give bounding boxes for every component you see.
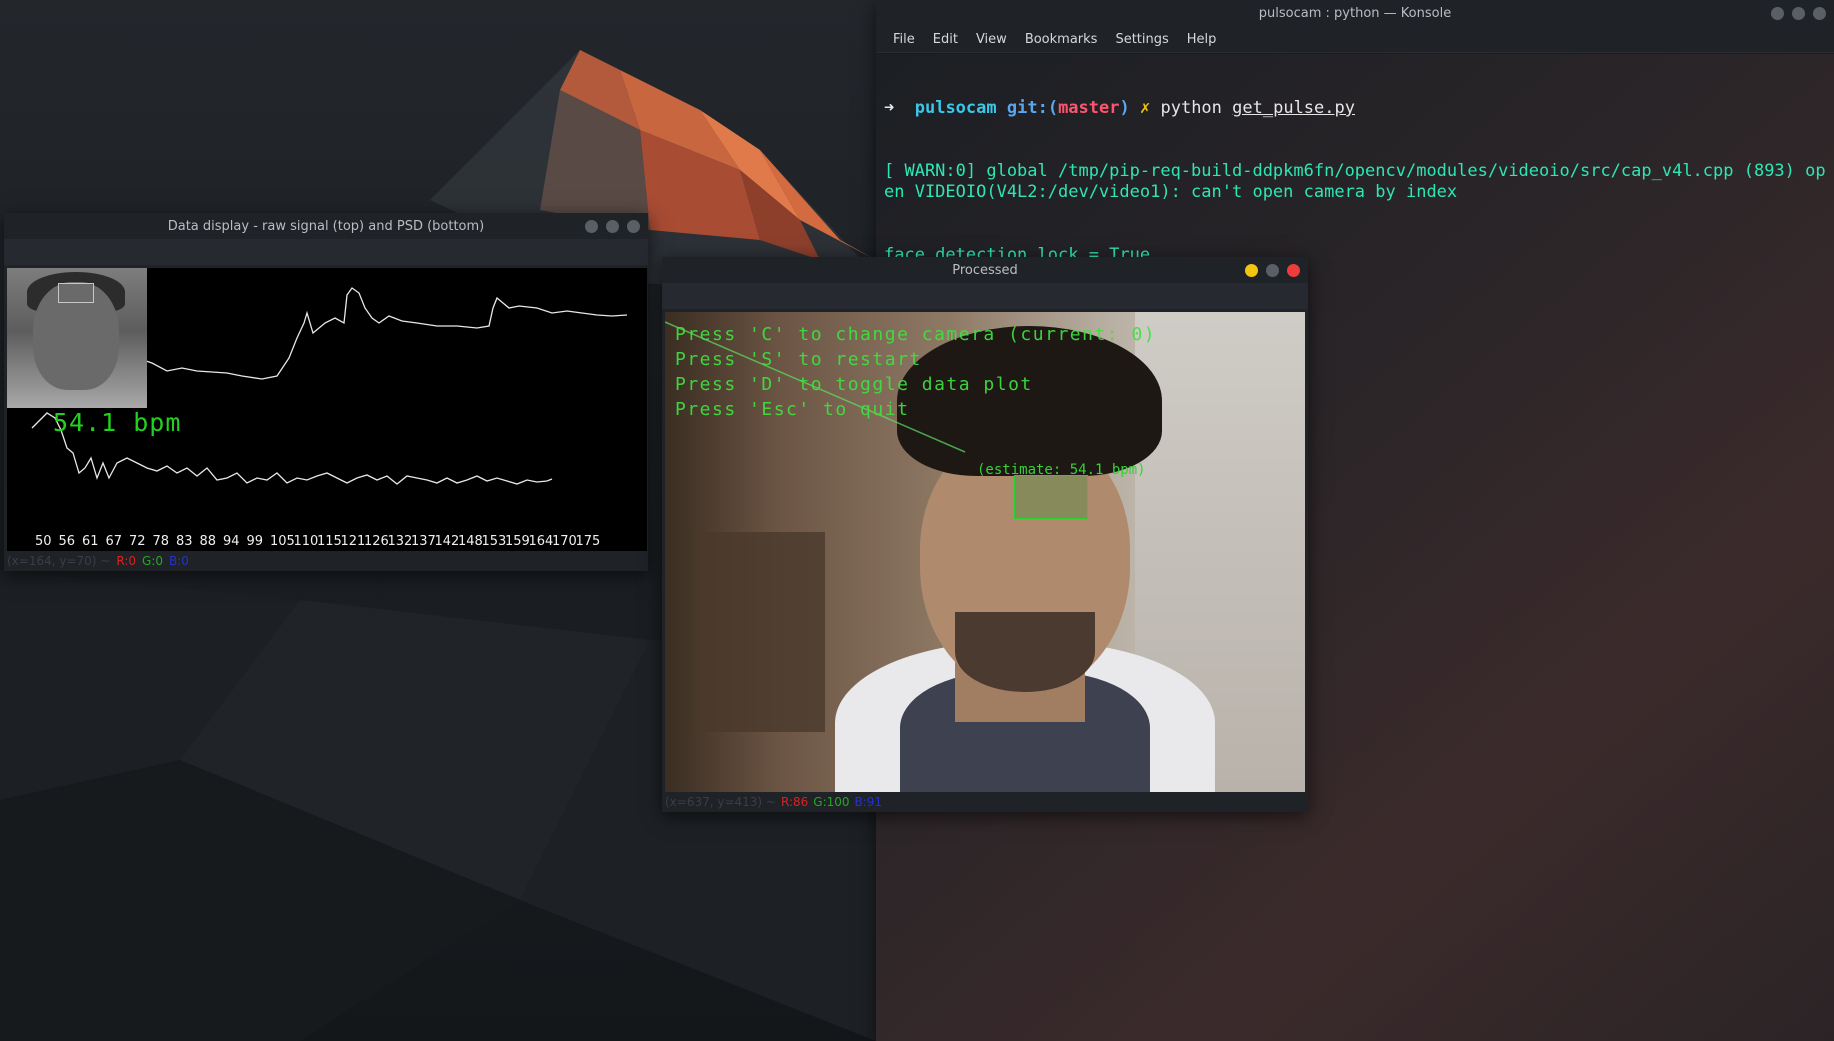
frequency-axis: 50 56 61 67 72 78 83 88 94 99 105 110 11… [35, 534, 601, 549]
minimize-button[interactable] [1245, 263, 1258, 277]
freq-tick: 67 [105, 534, 123, 549]
prompt-line: ➜ pulsocam git:(master) ✗ python get_pul… [884, 98, 1826, 119]
freq-tick: 56 [58, 534, 76, 549]
pixel-b: B:0 [169, 554, 189, 568]
freq-tick: 170 [552, 534, 577, 549]
menu-bookmarks[interactable]: Bookmarks [1018, 30, 1105, 49]
freq-tick: 115 [317, 534, 342, 549]
command-file-link[interactable]: get_pulse.py [1232, 98, 1355, 118]
camera-feed[interactable]: (estimate: 54.1 bpm) Press 'C' to change… [665, 312, 1305, 792]
bpm-estimate-label: (estimate: 54.1 bpm) [977, 462, 1146, 478]
freq-tick: 132 [387, 534, 413, 549]
close-button[interactable] [1813, 6, 1826, 20]
bpm-readout: 54.1 bpm [53, 408, 182, 437]
freq-tick: 159 [505, 534, 530, 549]
help-line: Press 'C' to change camera (current: 0) [675, 324, 1157, 345]
freq-tick: 153 [481, 534, 507, 549]
freq-tick: 126 [364, 534, 389, 549]
help-line: Press 'D' to toggle data plot [675, 374, 1033, 395]
forehead-roi-box [1014, 475, 1088, 519]
freq-tick: 164 [528, 534, 554, 549]
forehead-roi-box [58, 283, 94, 303]
prompt-branch: master [1058, 98, 1120, 118]
menu-edit[interactable]: Edit [926, 30, 965, 49]
processed-title: Processed [952, 262, 1018, 278]
data-display-title: Data display - raw signal (top) and PSD … [167, 218, 485, 234]
freq-tick: 105 [270, 534, 295, 549]
prompt-git: git:( [1006, 98, 1059, 118]
maximize-button[interactable] [1266, 263, 1279, 277]
freq-tick: 110 [293, 534, 319, 549]
processed-titlebar[interactable]: Processed [662, 257, 1308, 283]
data-display-toolbar [4, 239, 648, 265]
face-thumbnail [7, 268, 147, 408]
menu-help[interactable]: Help [1180, 30, 1224, 49]
prompt-directory: pulsocam [914, 98, 997, 118]
freq-tick: 78 [152, 534, 170, 549]
freq-tick: 61 [82, 534, 99, 549]
minimize-button[interactable] [585, 219, 598, 233]
freq-tick: 137 [411, 534, 436, 549]
help-line: Press 'S' to restart [675, 349, 922, 370]
close-button[interactable] [1287, 263, 1300, 277]
freq-tick: 50 [35, 534, 52, 549]
data-plot-canvas[interactable]: 54.1 bpm 50 56 61 67 72 78 83 88 94 99 1… [7, 268, 647, 551]
pixel-r: R:86 [780, 795, 809, 809]
cursor-coords: (x=164, y=70) ~ [7, 554, 111, 568]
close-button[interactable] [627, 219, 640, 233]
pixel-g: G:100 [813, 795, 850, 809]
cursor-coords: (x=637, y=413) ~ [665, 795, 776, 809]
freq-tick: 148 [458, 534, 483, 549]
maximize-button[interactable] [1792, 6, 1805, 20]
prompt-arrow-icon: ➜ [884, 98, 895, 118]
processed-window: Processed (estimate: 54.1 bpm) Press 'C'… [662, 257, 1308, 812]
menu-file[interactable]: File [886, 30, 922, 49]
konsole-title: pulsocam : python — Konsole [1258, 5, 1452, 21]
command-text: python [1160, 98, 1222, 118]
data-display-statusbar: (x=164, y=70) ~ R:0 G:0 B:0 [7, 551, 189, 571]
menu-settings[interactable]: Settings [1108, 30, 1175, 49]
data-display-window: Data display - raw signal (top) and PSD … [4, 213, 648, 571]
prompt-dirty-icon: ✗ [1139, 98, 1151, 118]
pixel-g: G:0 [142, 554, 163, 568]
freq-tick: 99 [246, 534, 264, 549]
prompt-git-close: ) [1119, 98, 1130, 118]
processed-statusbar: (x=637, y=413) ~ R:86 G:100 B:91 [665, 792, 882, 812]
freq-tick: 72 [129, 534, 146, 549]
pixel-b: B:91 [854, 795, 883, 809]
data-display-titlebar[interactable]: Data display - raw signal (top) and PSD … [4, 213, 648, 239]
pixel-r: R:0 [116, 554, 137, 568]
konsole-titlebar[interactable]: pulsocam : python — Konsole [876, 0, 1834, 26]
minimize-button[interactable] [1771, 6, 1784, 20]
help-overlay: Press 'C' to change camera (current: 0) … [675, 322, 1156, 422]
freq-tick: 83 [176, 534, 193, 549]
freq-tick: 88 [199, 534, 217, 549]
processed-toolbar [662, 283, 1308, 309]
menu-view[interactable]: View [969, 30, 1014, 49]
freq-tick: 142 [434, 534, 460, 549]
konsole-menubar: File Edit View Bookmarks Settings Help [876, 26, 1834, 53]
freq-tick: 175 [575, 534, 601, 549]
freq-tick: 94 [223, 534, 240, 549]
output-line: [ WARN:0] global /tmp/pip-req-build-ddpk… [884, 161, 1826, 202]
maximize-button[interactable] [606, 219, 619, 233]
freq-tick: 121 [340, 534, 366, 549]
help-line: Press 'Esc' to quit [675, 399, 910, 420]
